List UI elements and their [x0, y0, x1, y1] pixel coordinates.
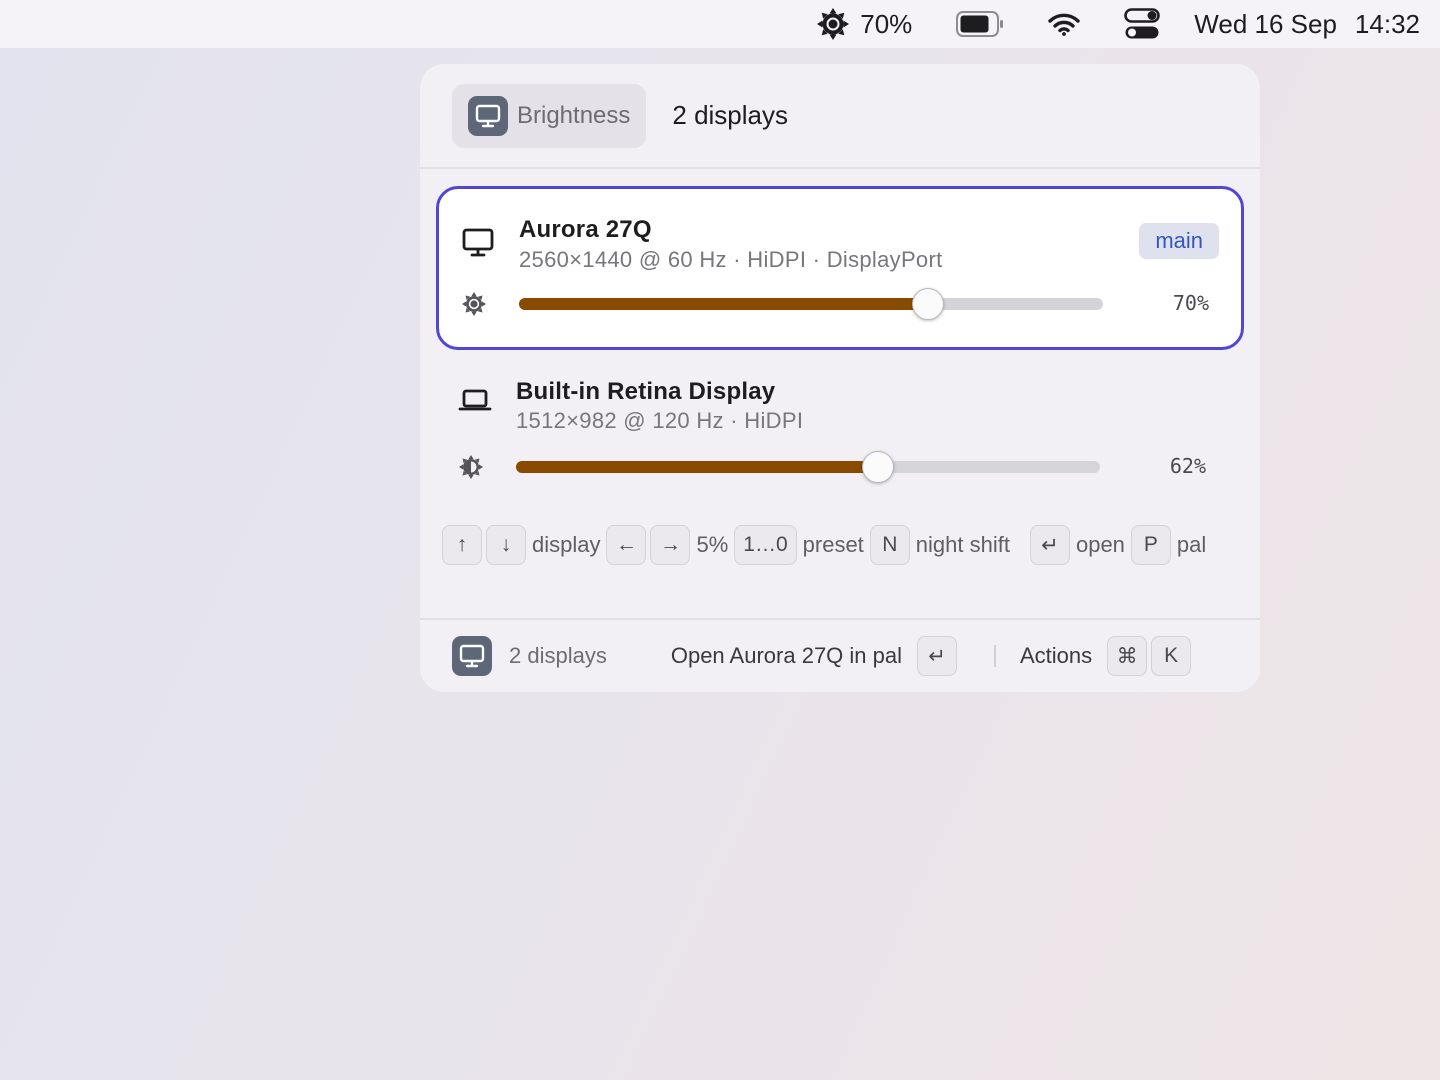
key-right: → — [650, 525, 691, 565]
wifi-icon[interactable] — [1048, 0, 1080, 48]
shortcut-label-pal: pal — [1176, 532, 1207, 557]
slider-fill — [516, 461, 879, 473]
shortcut-label-open: open — [1075, 532, 1125, 557]
page-title: 2 displays — [672, 100, 789, 130]
brightness-percent: 62% — [1169, 454, 1206, 478]
panel-footer: 2 displays Open Aurora 27Q in pal ↵ Acti… — [420, 618, 1260, 692]
panel-header: Brightness 2 displays — [420, 64, 1260, 169]
sun-icon — [817, 8, 850, 40]
brightness-sun-icon — [462, 292, 486, 316]
shortcut-label-display: display — [532, 532, 601, 557]
main-badge: main — [1139, 223, 1219, 259]
key-enter: ↵ — [917, 636, 957, 676]
key-n: N — [869, 525, 910, 565]
shortcut-label-night-shift: night shift — [915, 532, 1010, 557]
key-down: ↓ — [486, 525, 526, 565]
breadcrumb-label: Brightness — [517, 101, 631, 129]
display-spec: 1512×982 @ 120 Hz · HiDPI — [516, 408, 804, 433]
key-p: P — [1130, 525, 1171, 565]
slider-thumb[interactable] — [862, 451, 895, 483]
slider-fill — [519, 298, 928, 310]
brightness-panel: Brightness 2 displays Aurora 27Q 2560×14… — [420, 64, 1260, 692]
menubar-time[interactable]: 14:32 — [1355, 0, 1420, 48]
laptop-icon — [458, 389, 492, 411]
battery-icon[interactable] — [956, 0, 1004, 48]
display-icon — [452, 636, 492, 676]
footer-label: 2 displays — [509, 643, 607, 668]
slider-thumb[interactable] — [911, 288, 944, 320]
display-icon — [468, 95, 508, 136]
actions-button[interactable]: Actions — [1020, 643, 1092, 669]
brightness-half-icon — [459, 455, 483, 479]
brightness-slider[interactable] — [516, 451, 1100, 483]
menu-bar: 70% Wed 16 Sep 14:32 — [0, 0, 1440, 48]
breadcrumb-brightness[interactable]: Brightness — [452, 83, 647, 148]
display-name: Aurora 27Q — [519, 216, 652, 243]
open-in-pal-button[interactable]: Open Aurora 27Q in pal — [671, 643, 902, 669]
shortcut-label-preset: preset — [802, 532, 864, 557]
shortcut-label-step: 5% — [696, 532, 729, 557]
display-row-builtin[interactable]: Built-in Retina Display 1512×982 @ 120 H… — [436, 350, 1244, 514]
display-spec: 2560×1440 @ 60 Hz · HiDPI · DisplayPort — [519, 247, 943, 272]
control-center-icon[interactable] — [1124, 0, 1161, 48]
monitor-icon — [462, 228, 494, 257]
key-enter: ↵ — [1029, 525, 1070, 565]
key-k: K — [1151, 636, 1192, 676]
key-left: ← — [606, 525, 647, 565]
brightness-slider[interactable] — [519, 288, 1103, 320]
keyboard-shortcuts: ↑ ↓ display ← → 5% 1…0 preset N night sh… — [442, 525, 1212, 565]
display-name: Built-in Retina Display — [516, 378, 776, 405]
menubar-brightness[interactable]: 70% — [816, 0, 912, 48]
menubar-date[interactable]: Wed 16 Sep — [1194, 0, 1337, 48]
key-preset: 1…0 — [734, 525, 797, 565]
menubar-brightness-value: 70% — [860, 8, 913, 39]
key-up: ↑ — [442, 525, 482, 565]
brightness-percent: 70% — [1172, 291, 1209, 315]
footer-divider — [994, 645, 996, 667]
key-command: ⌘ — [1107, 636, 1148, 676]
display-row-aurora[interactable]: Aurora 27Q 2560×1440 @ 60 Hz · HiDPI · D… — [436, 186, 1244, 350]
